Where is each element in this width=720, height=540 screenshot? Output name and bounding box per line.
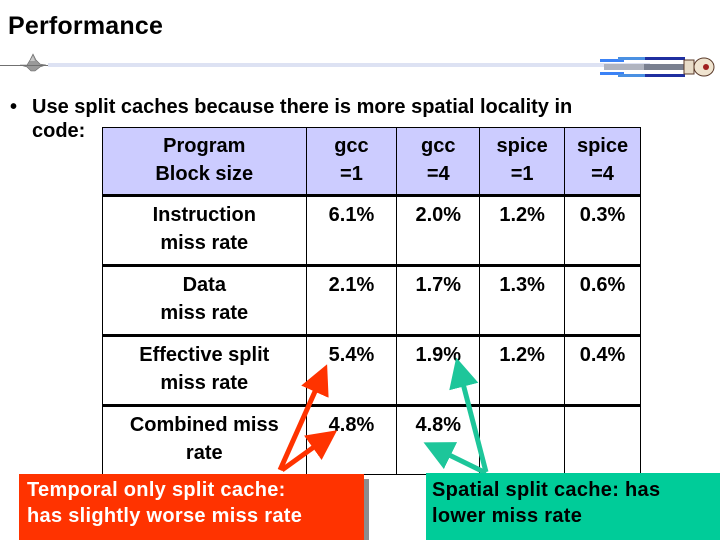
value-cell: 2.0%	[396, 195, 481, 267]
temporal-callout: Temporal only split cache: has slightly …	[19, 474, 364, 540]
temporal-callout-line1: Temporal only split cache:	[27, 479, 286, 501]
value-cell: 0.4%	[564, 335, 641, 407]
row-label-cell: Effective split miss rate	[102, 335, 307, 407]
header-line1: spice	[496, 135, 548, 157]
value-cell: 5.4%	[305, 335, 398, 407]
value-cell: 0.6%	[564, 265, 641, 337]
value-cell: 1.7%	[396, 265, 481, 337]
header-line2: =1	[340, 163, 363, 185]
table-row: Effective split miss rate 5.4% 1.9% 1.2%…	[102, 335, 641, 407]
value-cell: 1.9%	[396, 335, 481, 407]
header-line2: =4	[426, 163, 450, 185]
starship-icon	[18, 53, 48, 72]
header-line2: =4	[591, 163, 614, 185]
row-label-cell: Combined miss rate	[102, 405, 307, 475]
title-rule-bar	[48, 63, 650, 67]
header-label-line1: Program	[163, 135, 246, 157]
row-label-line2: miss rate	[160, 302, 249, 324]
row-label-cell: Data miss rate	[102, 265, 307, 337]
value-cell: 1.2%	[479, 195, 566, 267]
row-label-line1: Effective split	[139, 344, 270, 366]
row-label-line1: Instruction	[152, 204, 256, 226]
slide-title: Performance	[8, 12, 164, 40]
header-line1: gcc	[334, 135, 369, 157]
value-cell	[564, 405, 641, 475]
header-line1: spice	[576, 135, 629, 157]
temporal-callout-line2: has slightly worse miss rate	[27, 505, 303, 527]
header-cell: gcc =4	[396, 127, 481, 197]
spatial-callout: Spatial split cache: has lower miss rate	[426, 473, 720, 540]
bullet-marker: •	[10, 96, 18, 118]
spatial-callout-line1: Spatial split cache: has	[432, 479, 661, 501]
value-cell: 6.1%	[305, 195, 398, 267]
table-row: Combined miss rate 4.8% 4.8%	[102, 405, 641, 475]
table-row: Data miss rate 2.1% 1.7% 1.3% 0.6%	[102, 265, 641, 337]
enterprise-icon	[600, 57, 715, 77]
value-cell: 4.8%	[305, 405, 398, 475]
spatial-callout-line2: lower miss rate	[432, 505, 583, 527]
bullet-line-1: Use split caches because there is more s…	[32, 96, 573, 118]
row-label-line1: Data	[182, 274, 226, 296]
header-cell: spice =4	[564, 127, 641, 197]
row-label-line2: miss rate	[160, 372, 249, 394]
value-cell: 1.3%	[479, 265, 566, 337]
header-label-cell: Program Block size	[102, 127, 307, 197]
header-cell: gcc =1	[305, 127, 398, 197]
row-label-cell: Instruction miss rate	[102, 195, 307, 267]
row-label-line2: miss rate	[160, 232, 249, 254]
header-cell: spice =1	[479, 127, 566, 197]
value-cell: 1.2%	[479, 335, 566, 407]
header-label-line2: Block size	[155, 163, 254, 185]
value-cell	[479, 405, 566, 475]
miss-rate-table: Program Block size gcc =1 gcc =4 spice =…	[102, 127, 641, 475]
row-label-line2: rate	[185, 442, 223, 464]
row-label-line1: Combined miss	[129, 414, 279, 436]
header-line1: gcc	[421, 135, 456, 157]
value-cell: 2.1%	[305, 265, 398, 337]
value-cell: 0.3%	[564, 195, 641, 267]
value-cell: 4.8%	[396, 405, 481, 475]
header-line2: =1	[510, 163, 534, 185]
table-row: Instruction miss rate 6.1% 2.0% 1.2% 0.3…	[102, 195, 641, 267]
table-header-row: Program Block size gcc =1 gcc =4 spice =…	[102, 127, 641, 197]
